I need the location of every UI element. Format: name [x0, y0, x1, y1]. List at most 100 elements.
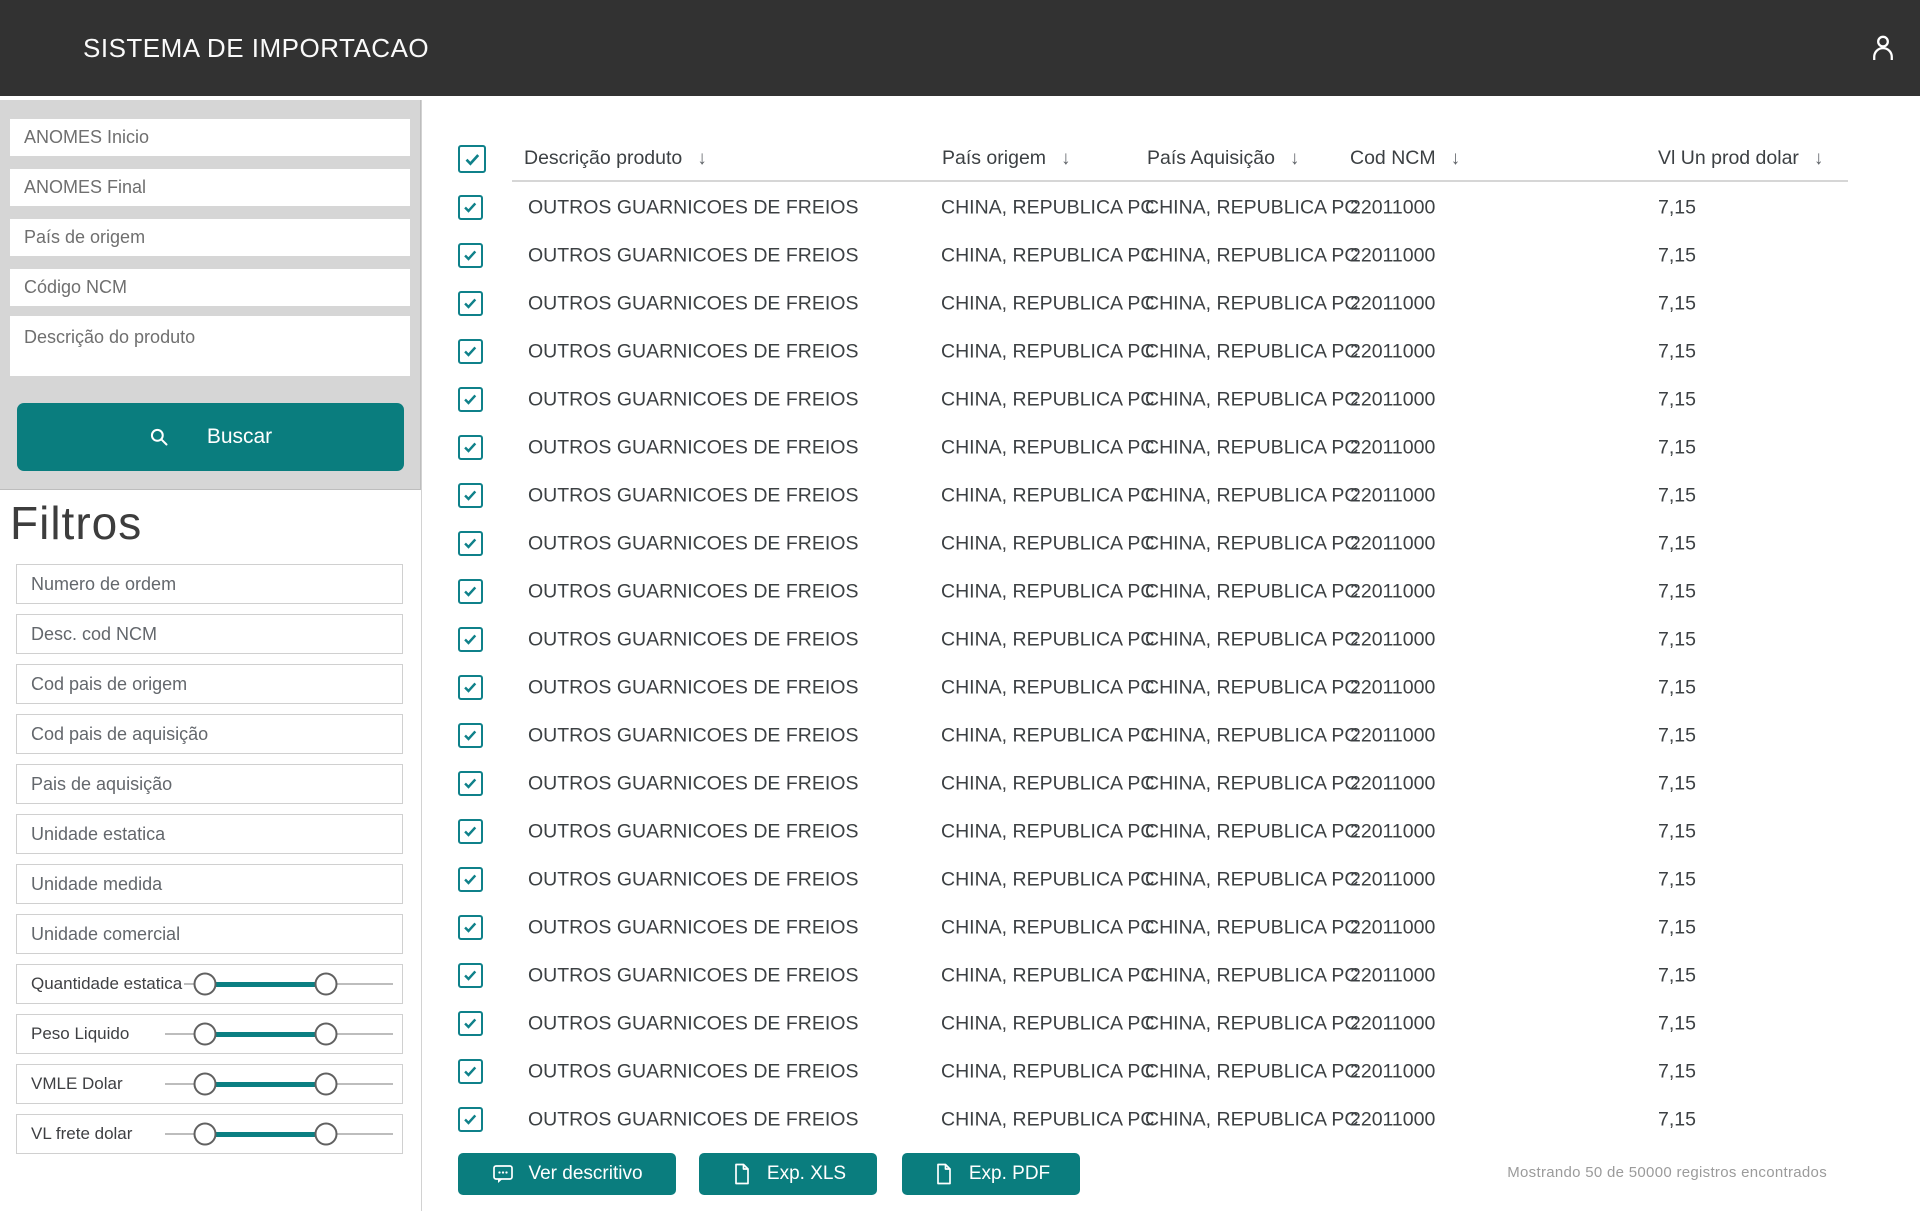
slider-handle-max[interactable] [315, 1023, 338, 1046]
cell-descricao-produto: OUTROS GUARNICOES DE FREIOS [528, 1061, 858, 1084]
cell-pais-aquisicao: CHINA, REPUBLICA PC [1145, 245, 1358, 268]
user-account-icon[interactable] [1866, 31, 1900, 65]
cell-pais-origem: CHINA, REPUBLICA PC [941, 677, 1154, 700]
slider-handle-max[interactable] [315, 1073, 338, 1096]
sort-descending-icon[interactable]: ↓ [697, 148, 707, 170]
row-checkbox[interactable] [458, 963, 483, 988]
slider-handle-max[interactable] [315, 1123, 338, 1146]
row-checkbox[interactable] [458, 291, 483, 316]
table-row: OUTROS GUARNICOES DE FREIOS CHINA, REPUB… [0, 1096, 1920, 1144]
row-checkbox[interactable] [458, 579, 483, 604]
cell-vl-un-prod-dolar: 7,15 [1658, 677, 1696, 700]
cell-descricao-produto: OUTROS GUARNICOES DE FREIOS [528, 341, 858, 364]
file-icon [932, 1162, 956, 1186]
row-checkbox[interactable] [458, 243, 483, 268]
results-count-status: Mostrando 50 de 50000 registros encontra… [1507, 1164, 1827, 1181]
cell-pais-aquisicao: CHINA, REPUBLICA PC [1145, 677, 1358, 700]
cell-cod-ncm: 22011000 [1350, 485, 1435, 508]
cell-vl-un-prod-dolar: 7,15 [1658, 773, 1696, 796]
cell-cod-ncm: 22011000 [1350, 1013, 1435, 1036]
row-checkbox[interactable] [458, 627, 483, 652]
cell-pais-origem: CHINA, REPUBLICA PC [941, 245, 1154, 268]
row-checkbox[interactable] [458, 675, 483, 700]
column-header-vl-un-prod-dolar[interactable]: Vl Un prod dolar ↓ [1658, 147, 1823, 170]
table-row: OUTROS GUARNICOES DE FREIOS CHINA, REPUB… [0, 280, 1920, 328]
cell-pais-origem: CHINA, REPUBLICA PC [941, 629, 1154, 652]
row-checkbox[interactable] [458, 339, 483, 364]
cell-descricao-produto: OUTROS GUARNICOES DE FREIOS [528, 629, 858, 652]
table-row: OUTROS GUARNICOES DE FREIOS CHINA, REPUB… [0, 904, 1920, 952]
table-row: OUTROS GUARNICOES DE FREIOS CHINA, REPUB… [0, 808, 1920, 856]
row-checkbox[interactable] [458, 195, 483, 220]
column-header-cod-ncm[interactable]: Cod NCM ↓ [1350, 147, 1460, 170]
row-checkbox[interactable] [458, 435, 483, 460]
column-header-descricao-produto[interactable]: Descrição produto ↓ [524, 147, 707, 170]
row-checkbox[interactable] [458, 867, 483, 892]
column-label: Cod NCM [1350, 147, 1436, 170]
row-checkbox[interactable] [458, 1107, 483, 1132]
cell-vl-un-prod-dolar: 7,15 [1658, 629, 1696, 652]
cell-descricao-produto: OUTROS GUARNICOES DE FREIOS [528, 581, 858, 604]
cell-pais-aquisicao: CHINA, REPUBLICA PC [1145, 293, 1358, 316]
cell-cod-ncm: 22011000 [1350, 245, 1435, 268]
row-checkbox[interactable] [458, 1011, 483, 1036]
row-checkbox[interactable] [458, 1059, 483, 1084]
ver-descritivo-button[interactable]: Ver descritivo [458, 1153, 676, 1195]
cell-pais-aquisicao: CHINA, REPUBLICA PC [1145, 821, 1358, 844]
cell-descricao-produto: OUTROS GUARNICOES DE FREIOS [528, 869, 858, 892]
row-checkbox[interactable] [458, 483, 483, 508]
slider-label: Peso Liquido [31, 1024, 131, 1044]
column-header-pais-origem[interactable]: País origem ↓ [942, 147, 1071, 170]
cell-cod-ncm: 22011000 [1350, 293, 1435, 316]
cell-descricao-produto: OUTROS GUARNICOES DE FREIOS [528, 245, 858, 268]
cell-cod-ncm: 22011000 [1350, 917, 1435, 940]
table-row: OUTROS GUARNICOES DE FREIOS CHINA, REPUB… [0, 712, 1920, 760]
table-row: OUTROS GUARNICOES DE FREIOS CHINA, REPUB… [0, 616, 1920, 664]
slider-handle-max[interactable] [315, 973, 338, 996]
table-row: OUTROS GUARNICOES DE FREIOS CHINA, REPUB… [0, 952, 1920, 1000]
anomes-inicio-input[interactable] [10, 119, 410, 156]
cell-pais-origem: CHINA, REPUBLICA PC [941, 581, 1154, 604]
sort-descending-icon[interactable]: ↓ [1814, 148, 1824, 170]
cell-cod-ncm: 22011000 [1350, 341, 1435, 364]
slider-handle-min[interactable] [194, 1123, 217, 1146]
cell-cod-ncm: 22011000 [1350, 869, 1435, 892]
select-all-checkbox[interactable] [458, 145, 486, 173]
cell-cod-ncm: 22011000 [1350, 197, 1435, 220]
cell-vl-un-prod-dolar: 7,15 [1658, 1109, 1696, 1132]
cell-descricao-produto: OUTROS GUARNICOES DE FREIOS [528, 389, 858, 412]
row-checkbox[interactable] [458, 915, 483, 940]
column-header-pais-aquisicao[interactable]: País Aquisição ↓ [1147, 147, 1299, 170]
table-row: OUTROS GUARNICOES DE FREIOS CHINA, REPUB… [0, 424, 1920, 472]
cell-descricao-produto: OUTROS GUARNICOES DE FREIOS [528, 917, 858, 940]
cell-descricao-produto: OUTROS GUARNICOES DE FREIOS [528, 677, 858, 700]
export-pdf-label: Exp. PDF [969, 1163, 1050, 1185]
cell-vl-un-prod-dolar: 7,15 [1658, 533, 1696, 556]
sort-descending-icon[interactable]: ↓ [1061, 148, 1071, 170]
cell-pais-aquisicao: CHINA, REPUBLICA PC [1145, 1109, 1358, 1132]
cell-pais-origem: CHINA, REPUBLICA PC [941, 917, 1154, 940]
export-pdf-button[interactable]: Exp. PDF [902, 1153, 1080, 1195]
slider-handle-min[interactable] [194, 1023, 217, 1046]
row-checkbox[interactable] [458, 819, 483, 844]
cell-cod-ncm: 22011000 [1350, 629, 1435, 652]
cell-pais-origem: CHINA, REPUBLICA PC [941, 197, 1154, 220]
table-body: OUTROS GUARNICOES DE FREIOS CHINA, REPUB… [0, 184, 1920, 1144]
slider-label: VMLE Dolar [31, 1074, 125, 1094]
table-row: OUTROS GUARNICOES DE FREIOS CHINA, REPUB… [0, 520, 1920, 568]
table-row: OUTROS GUARNICOES DE FREIOS CHINA, REPUB… [0, 856, 1920, 904]
row-checkbox[interactable] [458, 771, 483, 796]
row-checkbox[interactable] [458, 723, 483, 748]
row-checkbox[interactable] [458, 531, 483, 556]
cell-descricao-produto: OUTROS GUARNICOES DE FREIOS [528, 1013, 858, 1036]
cell-vl-un-prod-dolar: 7,15 [1658, 1061, 1696, 1084]
slider-handle-min[interactable] [194, 973, 217, 996]
row-checkbox[interactable] [458, 387, 483, 412]
export-xls-button[interactable]: Exp. XLS [699, 1153, 877, 1195]
cell-cod-ncm: 22011000 [1350, 389, 1435, 412]
cell-pais-origem: CHINA, REPUBLICA PC [941, 821, 1154, 844]
slider-handle-min[interactable] [194, 1073, 217, 1096]
sort-descending-icon[interactable]: ↓ [1290, 148, 1300, 170]
sort-descending-icon[interactable]: ↓ [1451, 148, 1461, 170]
table-row: OUTROS GUARNICOES DE FREIOS CHINA, REPUB… [0, 760, 1920, 808]
